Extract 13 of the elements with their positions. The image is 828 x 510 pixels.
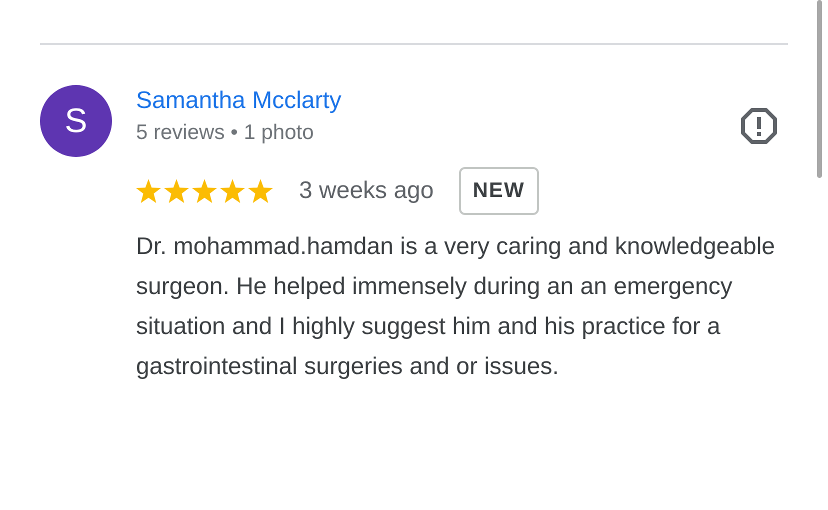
review-text: Dr. mohammad.hamdan is a very caring and knowledgeable surgeon. He helped immensely during an an emergency situation and I highly suggest him and his practice for a gastrointestinal surgeries and or issues. — [136, 232, 776, 382]
author-link[interactable]: Samantha Mcclarty — [136, 87, 342, 115]
star-icon — [136, 179, 161, 203]
scrollbar[interactable] — [817, 0, 822, 178]
report-icon[interactable] — [740, 107, 778, 145]
star-icon — [164, 179, 189, 203]
star-icon — [192, 179, 217, 203]
author-meta: 5 reviews • 1 photo — [136, 121, 314, 145]
star-icon — [220, 179, 245, 203]
new-badge: NEW — [458, 167, 539, 215]
review-time: 3 weeks ago — [299, 177, 434, 205]
avatar: S — [40, 85, 112, 157]
star-icon — [248, 179, 273, 203]
